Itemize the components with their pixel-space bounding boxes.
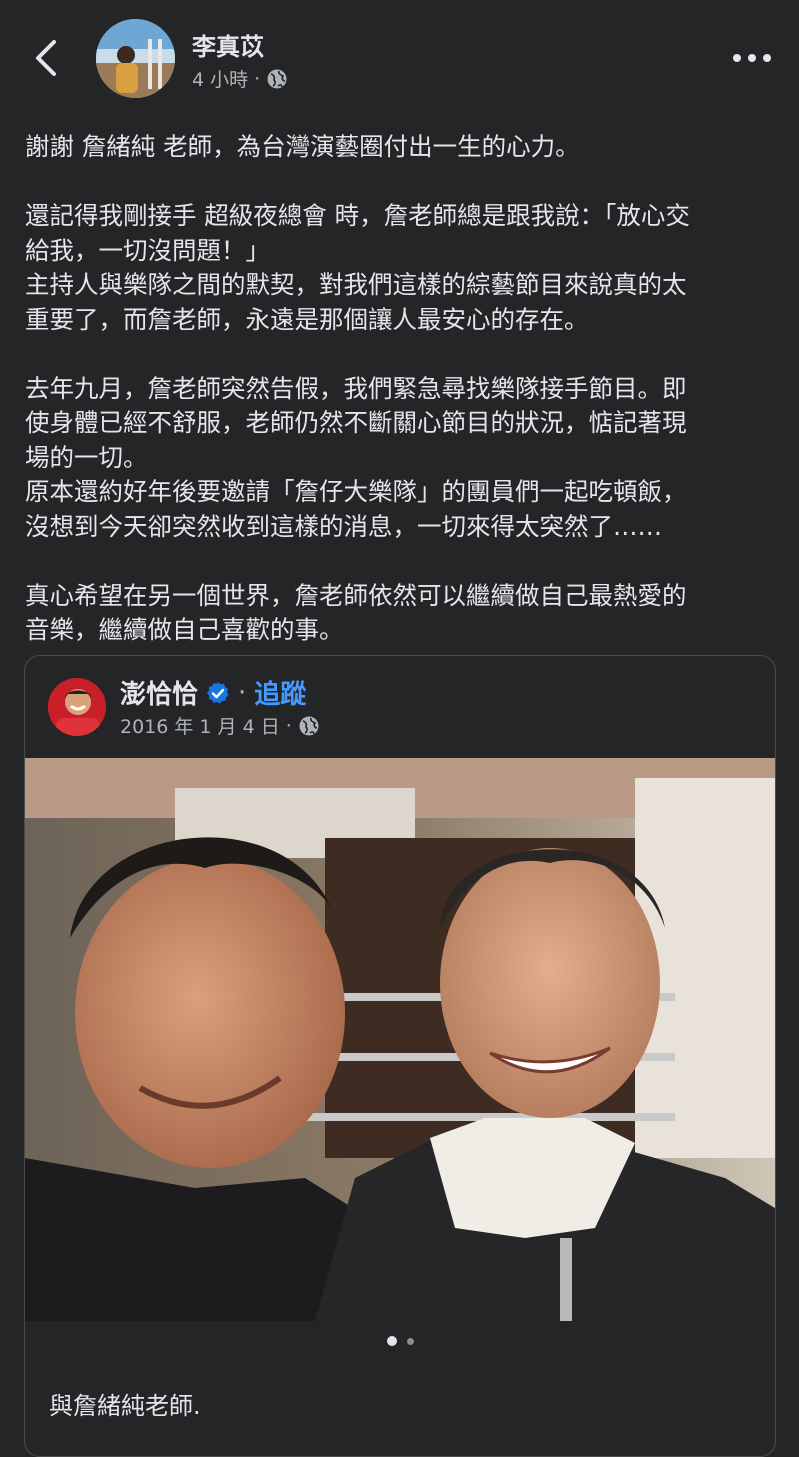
post-meta: 4 小時 ·: [192, 65, 288, 92]
chevron-left-icon: [36, 40, 56, 76]
more-dots-icon: [733, 54, 771, 62]
shared-photo[interactable]: [25, 758, 775, 1321]
post-line: 給我，一切沒問題！」: [25, 235, 270, 265]
globe-icon: [299, 716, 319, 735]
name-separator: ·: [238, 677, 247, 708]
shared-post-meta: 2016 年 1 月 4 日 ·: [120, 712, 320, 739]
post-line: 原本還約好年後要邀請「詹仔大樂隊」的團員們一起吃頓飯，: [25, 477, 687, 506]
post-time[interactable]: 4 小時: [192, 65, 248, 92]
post-line: 謝謝 詹緒純 老師，為台灣演藝圈付出一生的心力。: [25, 132, 580, 161]
shared-post-date[interactable]: 2016 年 1 月 4 日: [120, 712, 280, 739]
verified-badge-icon: [207, 681, 229, 704]
more-options-button[interactable]: [730, 45, 774, 71]
meta-separator: ·: [285, 714, 292, 737]
post-line: 重要了，而詹老師，永遠是那個讓人最安心的存在。: [25, 304, 589, 334]
post-line: 去年九月，詹老師突然告假，我們緊急尋找樂隊接手節目。即: [25, 373, 687, 403]
carousel-dot[interactable]: [406, 1337, 414, 1345]
avatar-photo: [96, 19, 175, 98]
post-line: 音樂，繼續做自己喜歡的事。: [25, 615, 344, 644]
author-avatar[interactable]: [96, 19, 175, 98]
back-button[interactable]: [26, 36, 66, 80]
shared-author-name[interactable]: 澎恰恰: [120, 674, 198, 711]
shared-avatar-photo: [48, 678, 106, 736]
follow-button[interactable]: 追蹤: [254, 674, 306, 711]
carousel-dot-active[interactable]: [386, 1336, 397, 1346]
post-line: 還記得我剛接手 超級夜總會 時，詹老師總是跟我說：「放心交: [25, 201, 690, 230]
post-line: 場的一切。: [25, 442, 148, 472]
photo-two-men-smiling: [25, 758, 775, 1321]
post-header: 李真苡 4 小時 ·: [0, 0, 799, 118]
post-line: 真心希望在另一個世界，詹老師依然可以繼續做自己最熱愛的: [25, 580, 687, 610]
post-line: 使身體已經不舒服，老師仍然不斷關心節目的狀況，惦記著現: [25, 408, 687, 437]
meta-separator: ·: [254, 67, 261, 90]
shared-author-line: 澎恰恰 · 追蹤: [120, 674, 306, 711]
globe-icon: [267, 69, 287, 88]
post-line: 沒想到今天卻突然收到這樣的消息，一切來得太突然了……: [25, 511, 662, 541]
post-body: 謝謝 詹緒純 老師，為台灣演藝圈付出一生的心力。 還記得我剛接手 超級夜總會 時…: [25, 130, 780, 648]
shared-post-card[interactable]: 澎恰恰 · 追蹤 2016 年 1 月 4 日 · 與詹緒純老師.: [24, 655, 776, 1457]
carousel-indicator[interactable]: [25, 1336, 775, 1346]
author-name[interactable]: 李真苡: [192, 27, 264, 62]
shared-author-avatar[interactable]: [48, 678, 106, 736]
photo-caption: 與詹緒純老師.: [49, 1392, 201, 1420]
post-line: 主持人與樂隊之間的默契，對我們這樣的綜藝節目來說真的太: [25, 270, 687, 299]
